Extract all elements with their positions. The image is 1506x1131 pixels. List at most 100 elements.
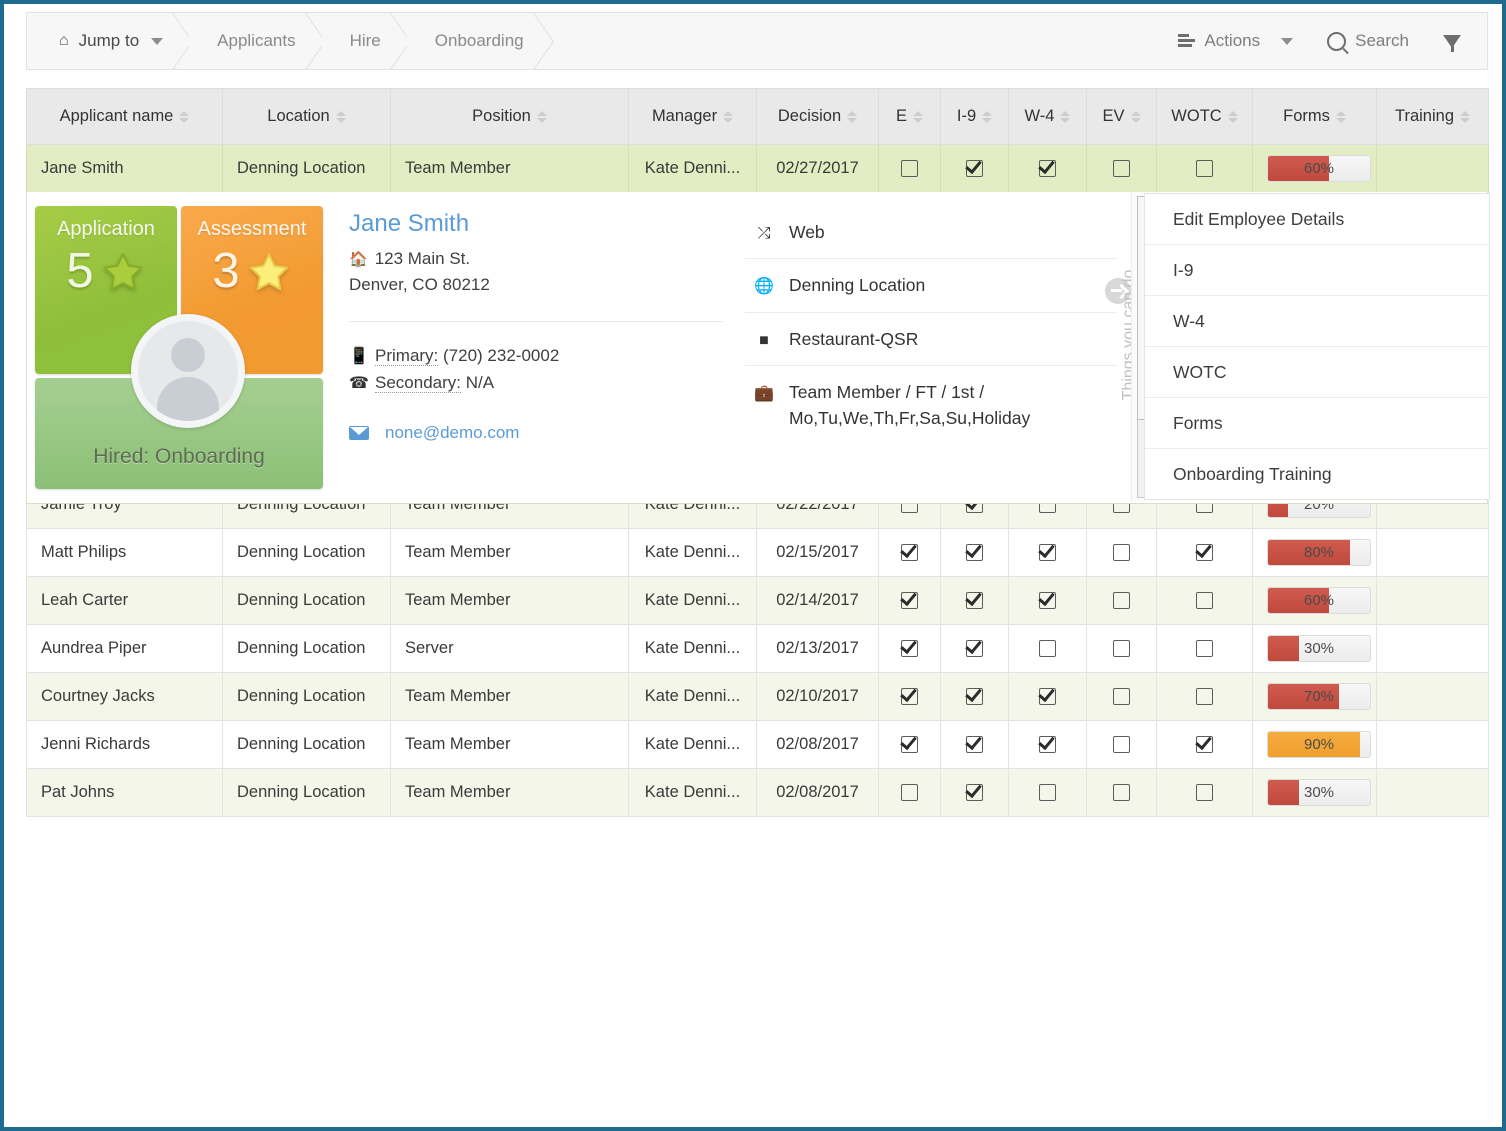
checkbox-checked-icon[interactable] <box>1039 592 1056 610</box>
checkbox-cell[interactable] <box>940 768 1009 817</box>
sort-toggle-icon[interactable] <box>536 110 547 123</box>
checkbox-checked-icon[interactable] <box>1196 544 1213 562</box>
checkbox-unchecked-icon[interactable] <box>1113 544 1130 562</box>
column-header-wotc[interactable]: WOTC <box>1156 88 1253 145</box>
sort-toggle-icon[interactable] <box>847 110 858 123</box>
checkbox-unchecked-icon[interactable] <box>1113 592 1130 610</box>
checkbox-cell[interactable] <box>1156 528 1253 577</box>
checkbox-cell[interactable] <box>940 576 1009 625</box>
checkbox-cell[interactable] <box>878 528 941 577</box>
checkbox-checked-icon[interactable] <box>901 688 918 706</box>
column-header-training[interactable]: Training <box>1376 88 1489 145</box>
actions-button[interactable]: Actions <box>1166 25 1305 57</box>
sort-toggle-icon[interactable] <box>1335 110 1346 123</box>
table-row[interactable]: Matt Philips Denning Location Team Member K… <box>26 528 1489 577</box>
checkbox-unchecked-icon[interactable] <box>1039 640 1056 658</box>
column-header-manager[interactable]: Manager <box>628 88 757 145</box>
column-header-i-9[interactable]: I-9 <box>940 88 1009 145</box>
menu-item-onboarding-training[interactable]: Onboarding Training <box>1145 449 1489 499</box>
breadcrumb-item-hire[interactable]: Hire <box>321 13 407 69</box>
checkbox-checked-icon[interactable] <box>966 160 983 178</box>
table-row[interactable]: Courtney Jacks Denning Location Team Membe… <box>26 672 1489 721</box>
checkbox-cell[interactable] <box>878 576 941 625</box>
checkbox-unchecked-icon[interactable] <box>901 784 918 802</box>
checkbox-checked-icon[interactable] <box>966 544 983 562</box>
checkbox-checked-icon[interactable] <box>966 688 983 706</box>
checkbox-unchecked-icon[interactable] <box>1113 736 1130 754</box>
checkbox-cell[interactable] <box>878 768 941 817</box>
column-header-ev[interactable]: EV <box>1086 88 1157 145</box>
checkbox-checked-icon[interactable] <box>1039 544 1056 562</box>
column-header-e[interactable]: E <box>878 88 941 145</box>
checkbox-checked-icon[interactable] <box>966 640 983 658</box>
menu-item-edit-employee-details[interactable]: Edit Employee Details <box>1145 194 1489 245</box>
search-button[interactable]: Search <box>1315 25 1421 57</box>
checkbox-cell[interactable] <box>1156 576 1253 625</box>
table-row[interactable]: Jane Smith Denning Location Team Member Kat… <box>26 144 1489 193</box>
email-link[interactable]: none@demo.com <box>385 423 519 443</box>
sort-toggle-icon[interactable] <box>913 110 923 123</box>
filter-button[interactable] <box>1431 29 1473 54</box>
checkbox-checked-icon[interactable] <box>1039 736 1056 754</box>
checkbox-cell[interactable] <box>1086 720 1157 769</box>
checkbox-cell[interactable] <box>1156 672 1253 721</box>
checkbox-checked-icon[interactable] <box>1196 736 1213 754</box>
checkbox-cell[interactable] <box>1086 144 1157 193</box>
checkbox-checked-icon[interactable] <box>966 736 983 754</box>
checkbox-checked-icon[interactable] <box>966 592 983 610</box>
checkbox-cell[interactable] <box>878 720 941 769</box>
checkbox-unchecked-icon[interactable] <box>901 160 918 178</box>
column-header-applicant-name[interactable]: Applicant name <box>26 88 223 145</box>
checkbox-cell[interactable] <box>878 144 941 193</box>
checkbox-checked-icon[interactable] <box>901 592 918 610</box>
checkbox-cell[interactable] <box>878 624 941 673</box>
checkbox-unchecked-icon[interactable] <box>1196 160 1213 178</box>
column-header-location[interactable]: Location <box>222 88 391 145</box>
checkbox-cell[interactable] <box>1156 624 1253 673</box>
checkbox-unchecked-icon[interactable] <box>1196 592 1213 610</box>
table-row[interactable]: Jenni Richards Denning Location Team Membe… <box>26 720 1489 769</box>
table-row[interactable]: Aundrea Piper Denning Location Server Kate … <box>26 624 1489 673</box>
column-header-decision[interactable]: Decision <box>756 88 879 145</box>
checkbox-unchecked-icon[interactable] <box>1196 688 1213 706</box>
sort-toggle-icon[interactable] <box>1130 110 1141 123</box>
applicant-name-link[interactable]: Jane Smith <box>349 210 729 238</box>
email-row[interactable]: none@demo.com <box>349 423 729 443</box>
checkbox-cell[interactable] <box>1008 624 1087 673</box>
checkbox-checked-icon[interactable] <box>901 544 918 562</box>
column-header-position[interactable]: Position <box>390 88 629 145</box>
checkbox-checked-icon[interactable] <box>901 736 918 754</box>
checkbox-unchecked-icon[interactable] <box>1196 640 1213 658</box>
checkbox-cell[interactable] <box>940 624 1009 673</box>
checkbox-checked-icon[interactable] <box>901 640 918 658</box>
table-row[interactable]: Leah Carter Denning Location Team Member Ka… <box>26 576 1489 625</box>
checkbox-unchecked-icon[interactable] <box>1113 640 1130 658</box>
checkbox-cell[interactable] <box>1008 768 1087 817</box>
checkbox-cell[interactable] <box>1086 624 1157 673</box>
checkbox-unchecked-icon[interactable] <box>1196 784 1213 802</box>
sort-toggle-icon[interactable] <box>982 110 993 123</box>
checkbox-cell[interactable] <box>1086 672 1157 721</box>
sort-toggle-icon[interactable] <box>723 110 734 123</box>
table-row[interactable]: Pat Johns Denning Location Team Member Kate… <box>26 768 1489 817</box>
checkbox-unchecked-icon[interactable] <box>1113 784 1130 802</box>
sort-toggle-icon[interactable] <box>179 110 190 123</box>
breadcrumb-item-onboarding[interactable]: Onboarding <box>406 13 550 69</box>
checkbox-cell[interactable] <box>940 528 1009 577</box>
checkbox-cell[interactable] <box>1156 720 1253 769</box>
checkbox-unchecked-icon[interactable] <box>1039 784 1056 802</box>
checkbox-checked-icon[interactable] <box>1039 688 1056 706</box>
checkbox-checked-icon[interactable] <box>1039 160 1056 178</box>
sort-toggle-icon[interactable] <box>335 110 346 123</box>
sort-toggle-icon[interactable] <box>1460 110 1470 123</box>
checkbox-cell[interactable] <box>940 720 1009 769</box>
checkbox-unchecked-icon[interactable] <box>1113 688 1130 706</box>
menu-item-forms[interactable]: Forms <box>1145 398 1489 449</box>
checkbox-cell[interactable] <box>1008 720 1087 769</box>
checkbox-cell[interactable] <box>1156 144 1253 193</box>
checkbox-cell[interactable] <box>940 672 1009 721</box>
menu-item-wotc[interactable]: WOTC <box>1145 347 1489 398</box>
checkbox-cell[interactable] <box>878 672 941 721</box>
menu-item-w-4[interactable]: W-4 <box>1145 296 1489 347</box>
checkbox-cell[interactable] <box>1008 672 1087 721</box>
